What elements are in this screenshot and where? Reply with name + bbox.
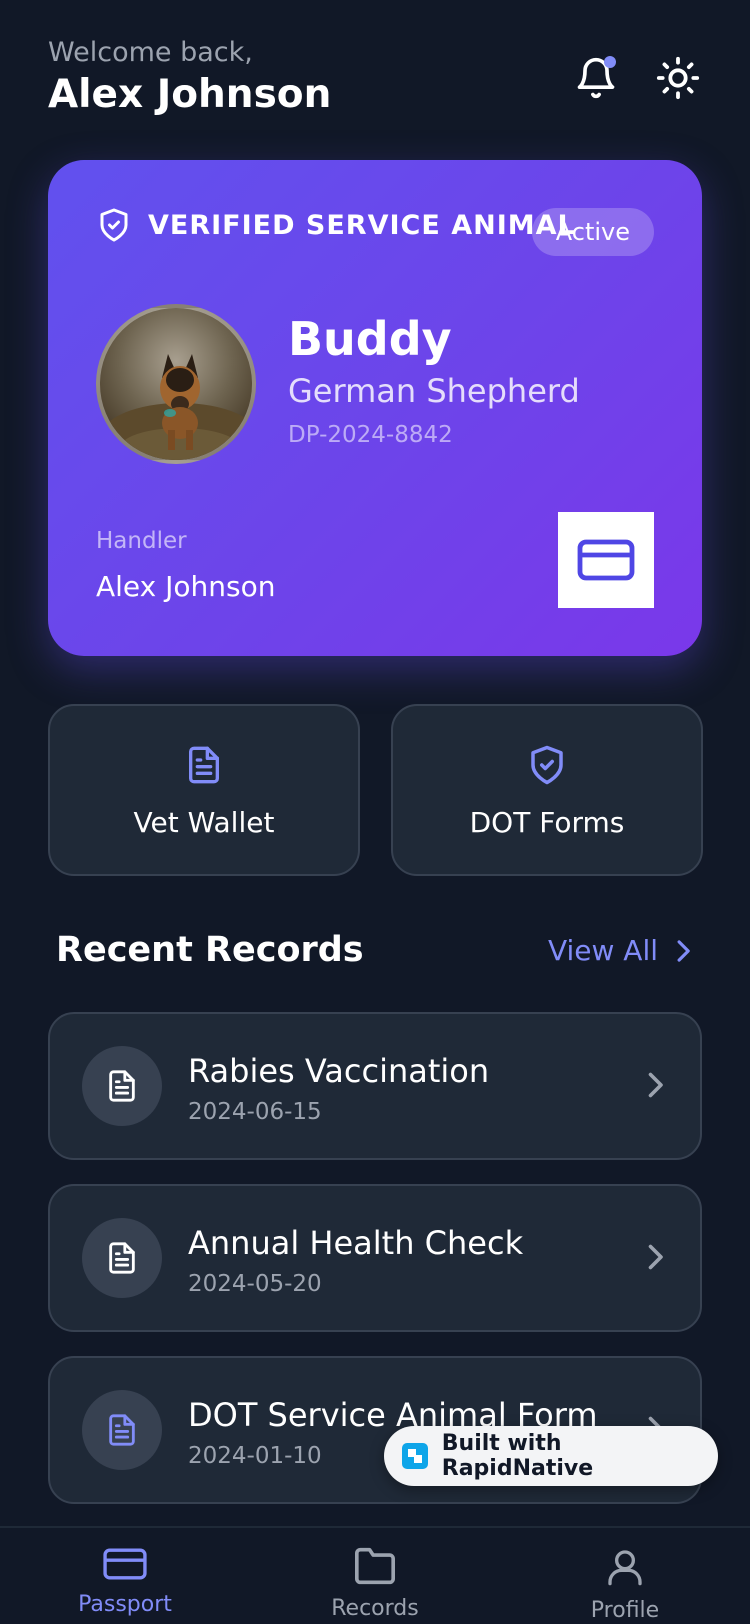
list-item[interactable]: Rabies Vaccination 2024-06-15 (48, 1012, 702, 1160)
built-with-badge[interactable]: Built with RapidNative (384, 1426, 718, 1486)
handler-label: Handler (96, 528, 187, 554)
tab-passport-label: Passport (78, 1592, 172, 1617)
record-date: 2024-06-15 (188, 1099, 322, 1125)
pet-photo (96, 304, 256, 464)
user-icon (608, 1550, 642, 1586)
document-icon (189, 746, 219, 783)
sun-icon (656, 56, 700, 100)
rapidnative-logo-icon (402, 1443, 428, 1469)
chevron-right-icon (648, 1244, 663, 1270)
chevron-right-icon (677, 939, 690, 962)
record-date: 2024-01-10 (188, 1443, 322, 1469)
vet-wallet-label: Vet Wallet (133, 805, 275, 839)
record-icon (82, 1218, 162, 1298)
vet-wallet-tile[interactable]: Vet Wallet (48, 704, 360, 876)
dog-photo-illustration (100, 354, 252, 460)
shield-check-icon (100, 208, 128, 242)
qr-code-button[interactable] (558, 512, 654, 608)
dot-forms-label: DOT Forms (469, 805, 625, 839)
passport-id: DP-2024-8842 (288, 422, 453, 448)
recent-records-title: Recent Records (56, 930, 364, 970)
list-item[interactable]: Annual Health Check 2024-05-20 (48, 1184, 702, 1332)
header: Welcome back, Alex Johnson (48, 36, 702, 126)
theme-toggle-button[interactable] (654, 54, 702, 102)
view-all-link[interactable]: View All (548, 934, 692, 967)
tab-records[interactable]: Records (295, 1546, 455, 1621)
record-icon (82, 1390, 162, 1470)
built-with-text: Built with RapidNative (441, 1431, 594, 1481)
pet-info: Buddy German Shepherd DP-2024-8842 (288, 310, 580, 452)
tab-passport[interactable]: Passport (45, 1546, 205, 1617)
verified-label: VERIFIED SERVICE ANIMAL (148, 209, 576, 241)
header-actions (572, 54, 702, 102)
view-all-label: View All (547, 934, 658, 967)
record-date: 2024-05-20 (188, 1271, 322, 1297)
status-badge: Active (531, 208, 654, 256)
record-title: Rabies Vaccination (188, 1052, 490, 1090)
card-icon (577, 539, 635, 581)
record-icon (82, 1046, 162, 1126)
folder-icon (355, 1547, 395, 1585)
card-icon (103, 1548, 147, 1580)
notification-dot (604, 56, 616, 68)
record-title: Annual Health Check (188, 1224, 524, 1262)
shield-check-icon (531, 745, 563, 784)
chevron-right-icon (648, 1072, 663, 1098)
handler-name: Alex Johnson (96, 570, 276, 603)
dot-forms-tile[interactable]: DOT Forms (391, 704, 703, 876)
pet-breed: German Shepherd (288, 372, 580, 410)
bottom-tab-bar: Passport Records Profile (0, 1526, 750, 1624)
tab-records-label: Records (331, 1596, 419, 1621)
tab-profile-label: Profile (590, 1598, 660, 1623)
notifications-button[interactable] (572, 54, 620, 102)
document-icon (109, 1242, 135, 1274)
tab-profile[interactable]: Profile (545, 1546, 705, 1623)
pet-name: Buddy (288, 312, 452, 366)
passport-card[interactable]: VERIFIED SERVICE ANIMAL Active Buddy Ger… (48, 160, 702, 656)
document-icon (109, 1070, 135, 1102)
document-icon (109, 1414, 135, 1446)
verified-row: VERIFIED SERVICE ANIMAL (96, 206, 576, 244)
